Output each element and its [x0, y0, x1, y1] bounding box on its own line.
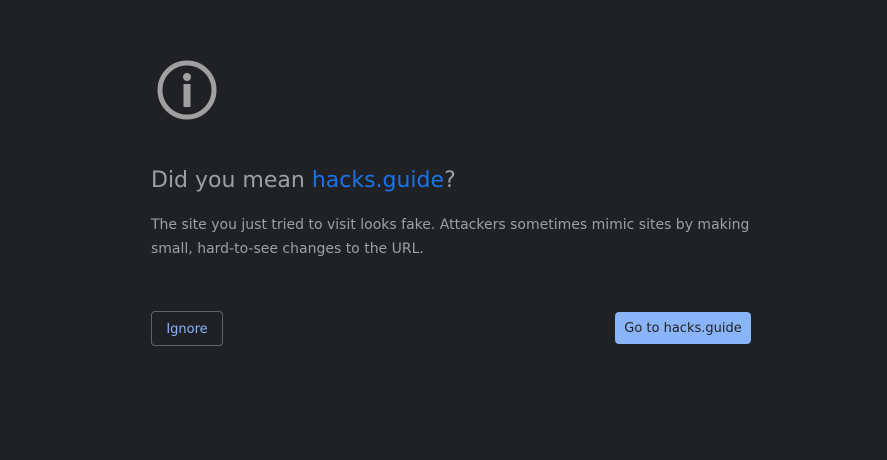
info-icon — [157, 60, 217, 120]
lookalike-warning-page: Did you mean hacks.guide? The site you j… — [0, 0, 887, 460]
page-heading: Did you mean hacks.guide? — [151, 168, 456, 193]
warning-description: The site you just tried to visit looks f… — [151, 217, 750, 257]
heading-suffix: ? — [444, 168, 456, 193]
heading-prefix: Did you mean — [151, 168, 312, 193]
go-to-site-button[interactable]: Go to hacks.guide — [615, 312, 751, 344]
suggested-site-link: hacks.guide — [311, 168, 445, 193]
ignore-button[interactable]: Ignore — [151, 311, 223, 346]
